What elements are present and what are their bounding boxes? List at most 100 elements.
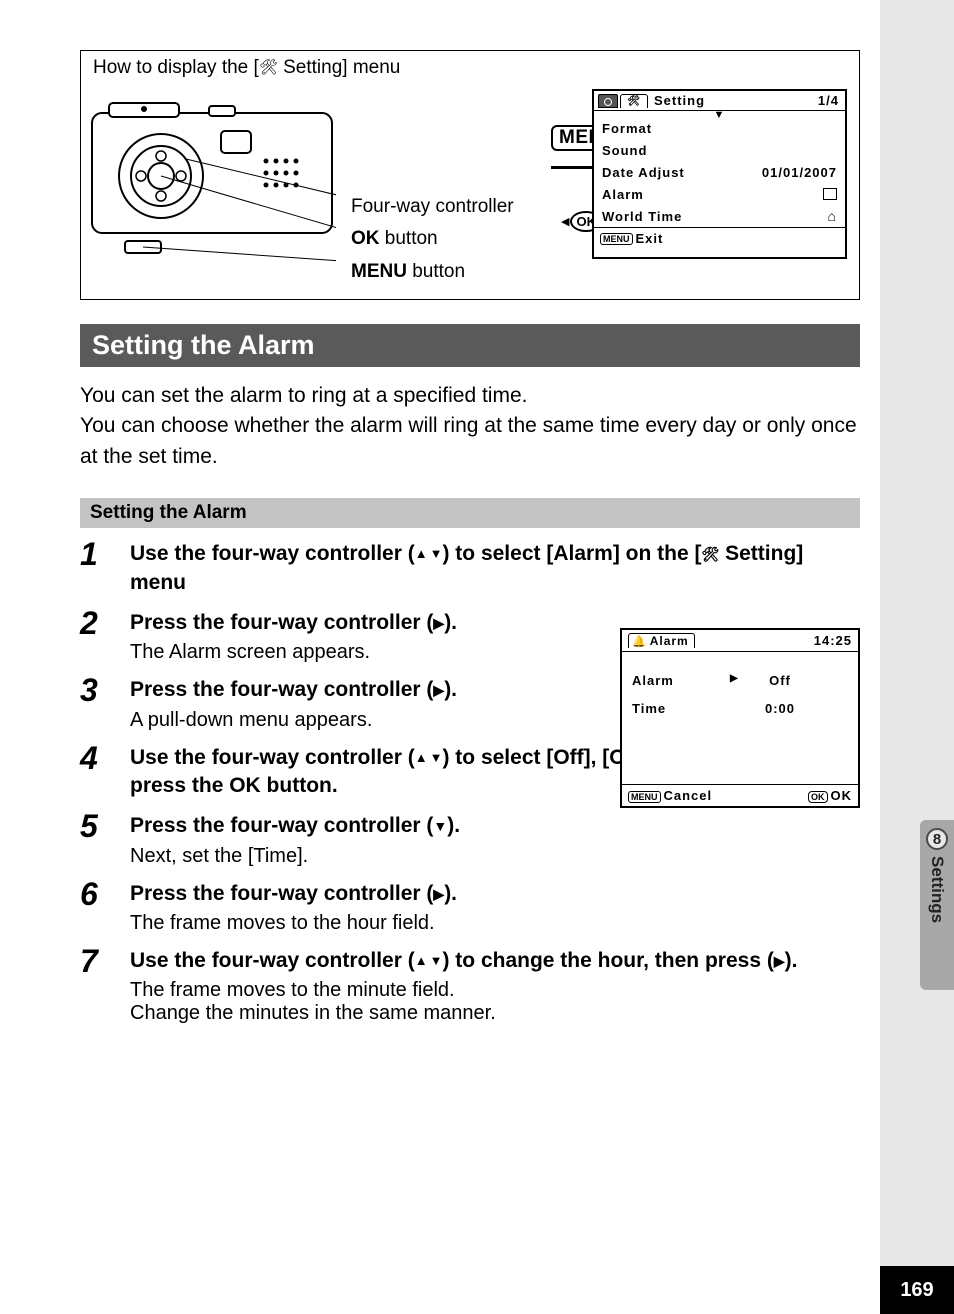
step-title: Press the four-way controller (▶).	[130, 609, 630, 637]
step-number: 6	[80, 878, 130, 935]
t: ).	[785, 949, 798, 972]
steps-list: 1 Use the four-way controller ( ) to sele…	[80, 538, 860, 1025]
t: Use the four-way controller (	[130, 949, 415, 972]
footer-right: OKOK	[808, 788, 852, 803]
triangle-left-icon: ◀	[561, 215, 569, 228]
sound-label: Sound	[602, 143, 712, 158]
lcd2-body: Alarm ▶ Off Time 0:00	[622, 652, 858, 722]
down-arrow-icon: ▼	[714, 109, 726, 121]
t: Press the four-way controller (	[130, 611, 433, 634]
time-row: Time 0:00	[632, 694, 848, 722]
lcd-title: Setting	[654, 93, 705, 108]
t: ) to change the hour, then press (	[442, 949, 773, 972]
step-desc: The frame moves to the minute field. Cha…	[130, 979, 860, 1025]
alarm-value-text: Off	[769, 673, 791, 688]
ok-inline: OK	[229, 774, 261, 797]
step-1: 1 Use the four-way controller ( ) to sele…	[80, 538, 860, 597]
t: ) to select [Alarm] on the [	[442, 542, 701, 565]
step-desc: Next, set the [Time].	[130, 845, 860, 868]
menu-item-sound: Sound	[602, 139, 837, 161]
ok-button-label: OK button	[351, 223, 514, 255]
up-down-icon	[415, 949, 443, 972]
t: Press the four-way controller (	[130, 814, 433, 837]
right-icon: ▶	[433, 886, 444, 902]
t: Use the four-way controller (	[130, 746, 415, 769]
intro-text: You can set the alarm to ring at a speci…	[80, 381, 860, 472]
camera-tab-icon	[598, 94, 618, 108]
t: Press the four-way controller (	[130, 882, 433, 905]
chapter-label: Settings	[927, 856, 947, 923]
menu-small-icon: MENU	[600, 233, 633, 245]
up-down-icon	[415, 746, 443, 769]
title-suffix: Setting] menu	[278, 57, 401, 78]
step-title: Use the four-way controller ( ) to select…	[130, 540, 860, 597]
step-desc: The Alarm screen appears.	[130, 641, 630, 664]
sub-heading: Setting the Alarm	[80, 498, 860, 528]
down-icon: ▼	[433, 818, 447, 834]
step-7: 7 Use the four-way controller () to chan…	[80, 945, 860, 1025]
up-down-icon	[415, 542, 443, 565]
t: Use the four-way controller (	[130, 542, 415, 565]
step-title: Press the four-way controller (▼).	[130, 812, 860, 840]
menu-small-icon: MENU	[628, 791, 661, 803]
lcd2-header: 🔔 Alarm 14:25	[622, 630, 858, 652]
step-5: 5 Press the four-way controller (▼). Nex…	[80, 810, 860, 867]
setting-tab-icon: 🛠	[620, 94, 648, 108]
triangle-right-icon: ▶	[730, 673, 739, 684]
ok-label: OK	[831, 788, 853, 803]
alarm-tab: 🔔 Alarm	[628, 633, 695, 648]
step-number: 1	[80, 538, 130, 597]
alarm-header-time: 14:25	[814, 633, 852, 648]
alarm-row: Alarm ▶ Off	[632, 666, 848, 694]
lcd-tabs: 🛠 Setting 1/4	[594, 91, 845, 111]
lcd-body: ▼ Format Sound Date Adjust 01/01/2007 Ala…	[594, 111, 845, 227]
alarm-header-label: Alarm	[650, 634, 689, 648]
alarm-row-value: ▶ Off	[712, 673, 848, 688]
lcd-footer: MENU Exit	[594, 227, 845, 249]
menu-item-world-time: World Time⌂	[602, 205, 837, 227]
t: ).	[444, 678, 457, 701]
t: button.	[261, 774, 338, 797]
t: ).	[444, 882, 457, 905]
step-number: 4	[80, 742, 130, 801]
exit-label: Exit	[636, 231, 664, 246]
chapter-tab: 8 Settings	[920, 820, 954, 990]
camera-illustration	[91, 101, 336, 271]
lcd2-footer: MENUCancel OKOK	[622, 784, 858, 806]
alarm-label: Alarm	[602, 187, 712, 202]
home-icon: ⌂	[828, 208, 837, 224]
step-title: Use the four-way controller ( ) to change…	[130, 947, 860, 975]
t: ).	[447, 814, 460, 837]
step-desc: The frame moves to the hour field.	[130, 912, 860, 935]
footer-left: MENUCancel	[628, 788, 712, 803]
step-number: 3	[80, 674, 130, 731]
menu-item-alarm: Alarm	[602, 183, 837, 205]
date-adjust-label: Date Adjust	[602, 165, 712, 180]
right-margin	[880, 0, 954, 1314]
right-icon: ▶	[433, 682, 444, 698]
cancel-label: Cancel	[664, 788, 713, 803]
step-desc: A pull-down menu appears.	[130, 709, 630, 732]
menu-button-label: MENU button	[351, 256, 514, 288]
right-icon: ▶	[774, 953, 785, 969]
menu-item-date-adjust: Date Adjust 01/01/2007	[602, 161, 837, 183]
format-label: Format	[602, 121, 712, 136]
step-number: 2	[80, 607, 130, 664]
page: How to display the [🛠 Setting] menu	[0, 0, 880, 1314]
ok-bold: OK	[351, 228, 380, 249]
how-to-display-box: How to display the [🛠 Setting] menu	[80, 50, 860, 300]
chapter-number: 8	[926, 828, 948, 850]
menu-bold: MENU	[351, 261, 407, 282]
settings-icon: 🛠	[702, 546, 720, 562]
menu-suffix: button	[407, 261, 465, 282]
diagram-title: How to display the [🛠 Setting] menu	[93, 57, 400, 79]
bell-icon: 🔔	[632, 635, 647, 648]
settings-icon: 🛠	[259, 59, 278, 76]
camera-labels: Four-way controller OK button MENU butto…	[351, 191, 514, 288]
title-prefix: How to display the [	[93, 57, 259, 78]
alarm-row-label: Alarm	[632, 673, 712, 688]
checkbox-icon	[823, 188, 837, 200]
time-row-value: 0:00	[712, 701, 848, 716]
date-value: 01/01/2007	[762, 165, 837, 180]
ok-small-icon: OK	[808, 791, 828, 803]
